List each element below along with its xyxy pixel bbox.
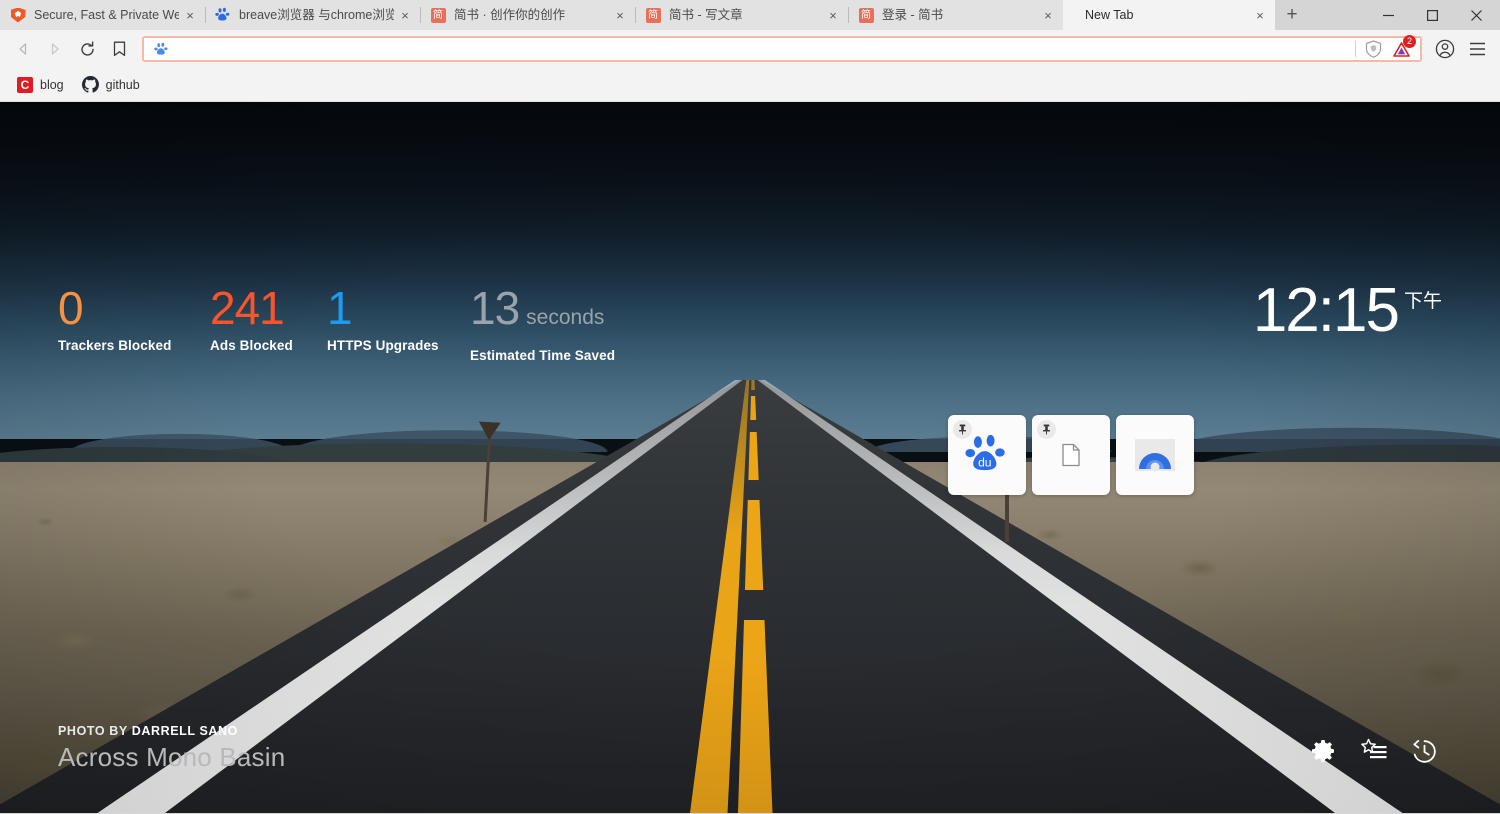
browser-tab[interactable]: Secure, Fast & Private Web ×	[0, 0, 205, 30]
jianshu-icon: 简	[858, 7, 874, 23]
tab-close-button[interactable]: ×	[609, 4, 631, 26]
reload-button[interactable]	[72, 34, 102, 64]
window-maximize-button[interactable]	[1410, 0, 1454, 30]
address-bar[interactable]: 2	[142, 35, 1422, 62]
stat-value: 13	[470, 282, 520, 334]
github-octocat-icon	[81, 76, 99, 93]
pin-icon[interactable]	[953, 420, 972, 439]
omnibox-divider	[1355, 41, 1356, 57]
jianshu-icon: 简	[645, 7, 661, 23]
photo-credit-author: PHOTO BY DARRELL SANO	[58, 724, 285, 738]
stat-value: 0	[58, 282, 84, 334]
jianshu-icon-label: 简	[858, 7, 874, 23]
bookmark-item-github[interactable]: github	[75, 73, 147, 96]
stat-estimated-time-saved: 13 seconds Estimated Time Saved	[470, 284, 615, 363]
rewards-badge-count: 2	[1403, 35, 1416, 48]
photo-credit-prefix: PHOTO BY	[58, 724, 132, 738]
browser-tab[interactable]: 简 简书 · 创作你的创作 ×	[420, 0, 635, 30]
stat-value: 1	[327, 282, 353, 334]
browser-toolbar: 2	[0, 30, 1500, 68]
photo-credit: PHOTO BY DARRELL SANO Across Mono Basin	[58, 724, 285, 773]
brave-lion-icon	[10, 7, 26, 23]
stat-label: Trackers Blocked	[58, 338, 172, 353]
stat-label: HTTPS Upgrades	[327, 338, 439, 353]
clock-widget: 12:15 下午	[1253, 280, 1442, 342]
browser-tab[interactable]: 简 登录 - 简书 ×	[848, 0, 1063, 30]
clock-time: 12:15	[1252, 276, 1400, 345]
photo-credit-name: DARRELL SANO	[131, 724, 238, 738]
forward-button[interactable]	[40, 34, 70, 64]
new-tab-page: 0 Trackers Blocked 241 Ads Blocked 1 HTT…	[0, 102, 1500, 813]
top-site-tile[interactable]	[1116, 415, 1194, 495]
tab-close-button[interactable]: ×	[822, 4, 844, 26]
back-button[interactable]	[8, 34, 38, 64]
bookmark-label: github	[105, 77, 140, 92]
tab-title: breave浏览器 与chrome浏览	[239, 8, 394, 22]
pin-icon[interactable]	[1037, 420, 1056, 439]
bookmark-item-blog[interactable]: C blog	[10, 74, 71, 96]
browser-tab[interactable]: 简 简书 - 写文章 ×	[635, 0, 848, 30]
tab-title: New Tab	[1085, 8, 1134, 22]
browser-menu-button[interactable]	[1462, 34, 1492, 64]
bookmark-star-button[interactable]	[104, 34, 134, 64]
top-site-tile[interactable]	[1032, 415, 1110, 495]
ntp-action-buttons	[1310, 737, 1438, 765]
baidu-paw-icon	[215, 7, 231, 23]
photo-title: Across Mono Basin	[58, 742, 286, 772]
tab-close-button[interactable]: ×	[1037, 4, 1059, 26]
bookmarks-icon[interactable]	[1360, 737, 1388, 765]
settings-icon[interactable]	[1310, 737, 1338, 765]
tab-title: Secure, Fast & Private Web	[34, 8, 179, 22]
address-bar-input[interactable]	[178, 39, 1349, 59]
top-sites: du	[948, 415, 1194, 495]
jianshu-icon-label: 简	[645, 7, 661, 23]
brave-stats: 0 Trackers Blocked 241 Ads Blocked 1 HTT…	[58, 284, 615, 363]
stat-label: Estimated Time Saved	[470, 348, 616, 363]
baidu-paw-icon: du	[965, 433, 1009, 477]
brave-shields-icon[interactable]	[1362, 38, 1384, 60]
stat-label: Ads Blocked	[210, 338, 293, 353]
browser-tab[interactable]: breave浏览器 与chrome浏览 ×	[205, 0, 420, 30]
c-logo-icon: C	[17, 76, 33, 93]
stat-ads-blocked: 241 Ads Blocked	[210, 284, 327, 353]
jianshu-icon: 简	[430, 7, 446, 23]
window-minimize-button[interactable]	[1366, 0, 1410, 30]
history-icon[interactable]	[1410, 737, 1438, 765]
tab-strip-spacer	[1309, 0, 1366, 30]
bookmark-label: blog	[40, 77, 64, 92]
tab-strip: Secure, Fast & Private Web × breave浏览器 与…	[0, 0, 1500, 30]
baidu-paw-icon	[150, 38, 172, 60]
tab-close-button[interactable]: ×	[179, 4, 201, 26]
top-site-tile[interactable]: du	[948, 415, 1026, 495]
blue-arc-icon	[1134, 438, 1176, 472]
window-close-button[interactable]	[1454, 0, 1498, 30]
browser-tab-active[interactable]: New Tab ×	[1063, 0, 1275, 30]
jianshu-icon-label: 简	[430, 7, 446, 23]
clock-ampm: 下午	[1403, 290, 1442, 312]
stat-trackers-blocked: 0 Trackers Blocked	[58, 284, 210, 353]
stat-value: 241	[210, 282, 285, 334]
tab-close-button[interactable]: ×	[394, 4, 416, 26]
bookmarks-bar: C blog github	[0, 68, 1500, 102]
document-icon	[1061, 443, 1081, 467]
background-photo	[0, 102, 1500, 813]
stat-https-upgrades: 1 HTTPS Upgrades	[327, 284, 470, 353]
tab-title: 简书 - 写文章	[669, 8, 743, 22]
svg-text:du: du	[978, 456, 991, 470]
new-tab-button[interactable]: +	[1275, 0, 1309, 30]
brave-rewards-icon[interactable]: 2	[1390, 35, 1416, 60]
stat-unit: seconds	[526, 306, 605, 329]
tab-close-button[interactable]: ×	[1249, 4, 1271, 26]
window-controls	[1366, 0, 1498, 30]
tab-title: 登录 - 简书	[882, 8, 944, 22]
profile-button[interactable]	[1430, 34, 1460, 64]
tab-title: 简书 · 创作你的创作	[454, 8, 566, 22]
